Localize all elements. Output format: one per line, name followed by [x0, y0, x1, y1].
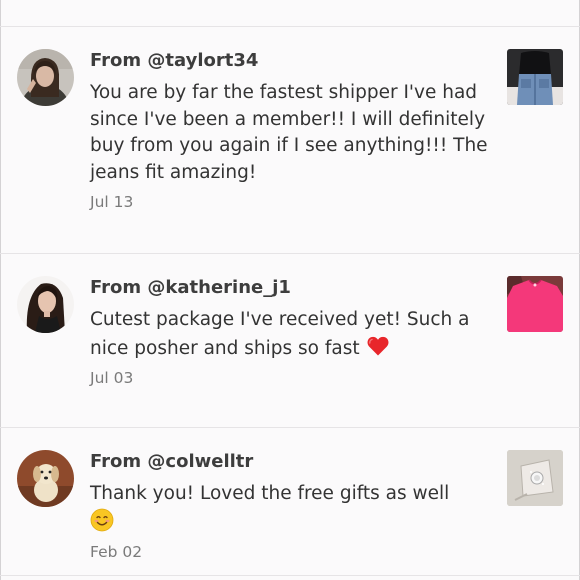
review-message-text: Cutest package I've received yet! Such a…: [90, 309, 470, 359]
left-border: [0, 0, 1, 580]
review-content: From @taylort34 You are by far the faste…: [90, 49, 490, 212]
review-content: From @colwelltr Thank you! Loved the fre…: [90, 450, 490, 562]
jewelry-listing-photo-icon: [507, 450, 563, 506]
pink-top-listing-photo-icon: [507, 276, 563, 332]
divider: [0, 575, 580, 576]
review-content: From @katherine_j1 Cutest package I've r…: [90, 276, 490, 388]
user-avatar-katherine-j1[interactable]: [17, 276, 74, 333]
listing-thumbnail[interactable]: [507, 49, 563, 105]
review-date: Jul 03: [90, 369, 134, 387]
review-date: Jul 13: [90, 193, 134, 211]
review-author[interactable]: From @colwelltr: [90, 450, 490, 474]
jeans-listing-photo-icon: [507, 49, 563, 105]
review-message: Cutest package I've received yet! Such a…: [90, 307, 490, 362]
review-date: Feb 02: [90, 543, 143, 561]
divider: [0, 26, 580, 27]
listing-thumbnail[interactable]: [507, 450, 563, 506]
divider: [0, 253, 580, 254]
review-message-text: Thank you! Loved the free gifts as well: [90, 483, 450, 504]
review-author[interactable]: From @taylort34: [90, 49, 490, 73]
review-author[interactable]: From @katherine_j1: [90, 276, 490, 300]
divider: [0, 427, 580, 428]
user-avatar-photo-icon: [17, 276, 74, 333]
user-avatar-taylort34[interactable]: [17, 49, 74, 106]
listing-thumbnail[interactable]: [507, 276, 563, 332]
review-message: Thank you! Loved the free gifts as well: [90, 481, 490, 536]
user-avatar-colwelltr[interactable]: [17, 450, 74, 507]
dog-avatar-photo-icon: [17, 450, 74, 507]
user-avatar-photo-icon: [17, 49, 74, 106]
review-message: You are by far the fastest shipper I've …: [90, 82, 488, 183]
smiling-face-icon: [90, 508, 114, 532]
red-heart-icon: [366, 334, 390, 358]
